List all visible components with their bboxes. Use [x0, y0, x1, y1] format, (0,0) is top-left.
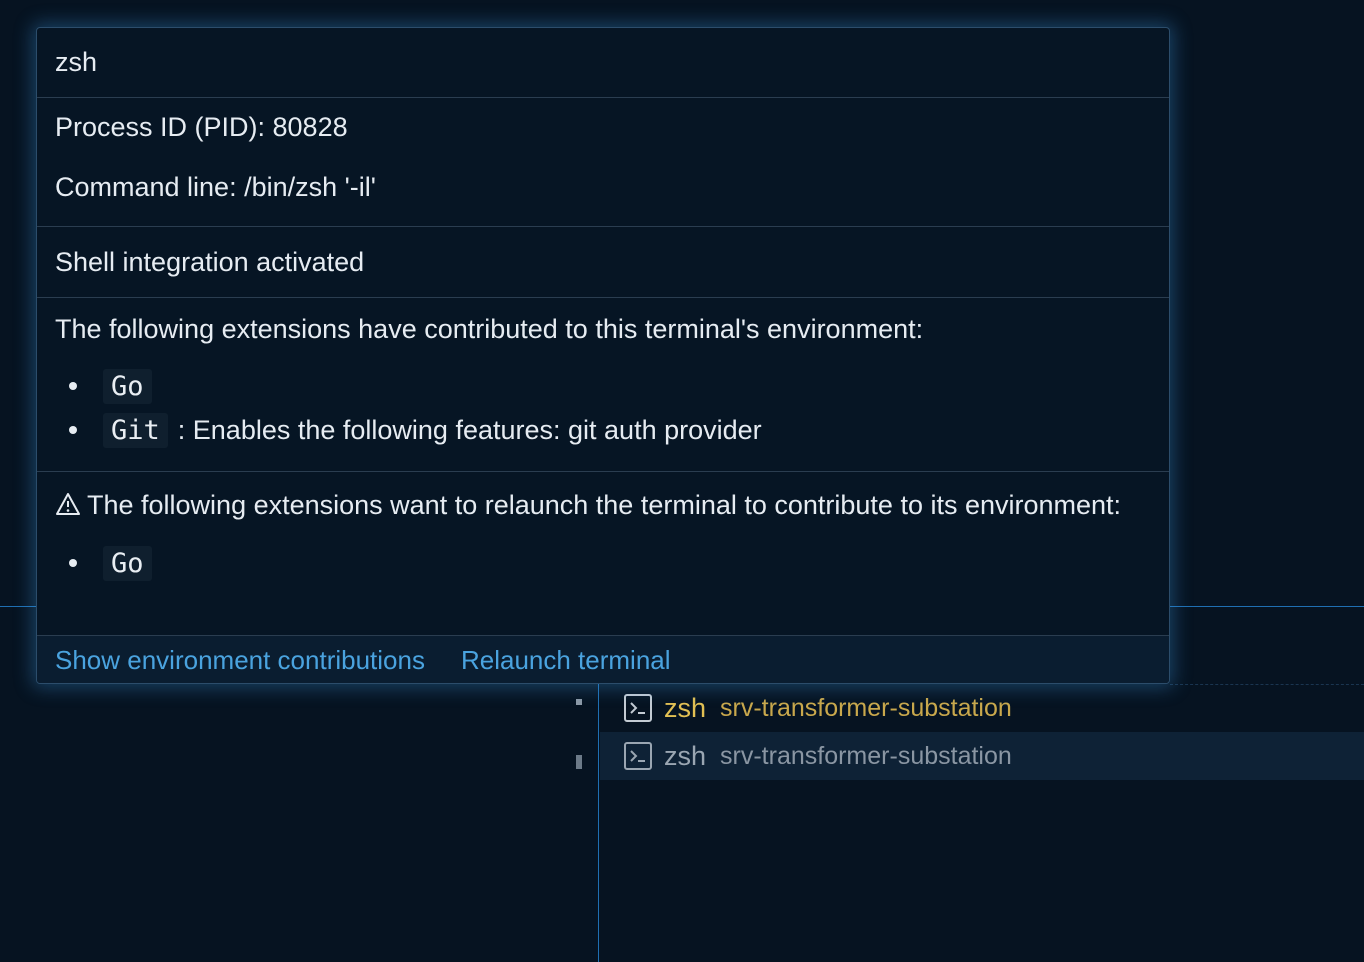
contributed-extensions-list: Go Git : Enables the following features:…	[55, 364, 1151, 452]
relaunch-extensions-list: Go	[55, 541, 1151, 585]
list-item: Go	[69, 364, 1151, 408]
relaunch-terminal-link[interactable]: Relaunch terminal	[461, 645, 671, 676]
hover-title: zsh	[37, 28, 1169, 98]
terminal-tab-item-selected[interactable]: zsh srv-transformer-substation	[600, 732, 1364, 780]
shell-integration-status: Shell integration activated	[37, 227, 1169, 298]
show-environment-contributions-link[interactable]: Show environment contributions	[55, 645, 425, 676]
list-item: Go	[69, 541, 1151, 585]
extension-detail: : Enables the following features: git au…	[177, 414, 762, 445]
extension-name: Go	[103, 545, 152, 581]
terminal-tab-name: zsh	[664, 692, 707, 723]
process-info-section: Process ID (PID): 80828 Command line: /b…	[37, 98, 1169, 227]
extension-name: Go	[103, 368, 152, 404]
terminal-tab-description: srv-transformer-substation	[720, 693, 1012, 722]
command-line-text: Command line: /bin/zsh '-il'	[55, 172, 376, 202]
list-item: Git : Enables the following features: gi…	[69, 408, 1151, 452]
gutter-marker	[576, 699, 582, 705]
panel-border-right	[1170, 606, 1364, 607]
extension-name: Git	[103, 412, 168, 448]
terminal-icon	[624, 694, 652, 722]
bullet-icon	[69, 382, 77, 390]
terminal-tabs-list: zsh srv-transformer-substation zsh srv-t…	[600, 684, 1364, 780]
process-id-text: Process ID (PID): 80828	[55, 112, 348, 142]
contributed-extensions-section: The following extensions have contribute…	[37, 298, 1169, 472]
terminal-hover-widget: zsh Process ID (PID): 80828 Command line…	[36, 27, 1170, 684]
panel-border-left	[0, 606, 40, 607]
relaunch-request-section: The following extensions want to relaunc…	[37, 472, 1169, 636]
warning-triangle-icon	[55, 486, 81, 529]
relaunch-warning: The following extensions want to relaunc…	[55, 484, 1151, 529]
gutter-marker	[576, 755, 582, 769]
bullet-icon	[69, 426, 77, 434]
terminal-tab-name: zsh	[664, 740, 707, 771]
relaunch-warning-text: The following extensions want to relaunc…	[87, 490, 1122, 520]
terminal-tab-description: srv-transformer-substation	[720, 741, 1012, 770]
terminal-tab-item[interactable]: zsh srv-transformer-substation	[600, 684, 1364, 732]
bullet-icon	[69, 559, 77, 567]
workspace: zsh srv-transformer-substation zsh srv-t…	[0, 0, 1364, 962]
contributed-extensions-intro: The following extensions have contribute…	[55, 314, 924, 344]
terminal-icon	[624, 742, 652, 770]
hover-actions-bar: Show environment contributions Relaunch …	[37, 636, 1169, 683]
terminal-split-divider[interactable]	[598, 684, 599, 962]
